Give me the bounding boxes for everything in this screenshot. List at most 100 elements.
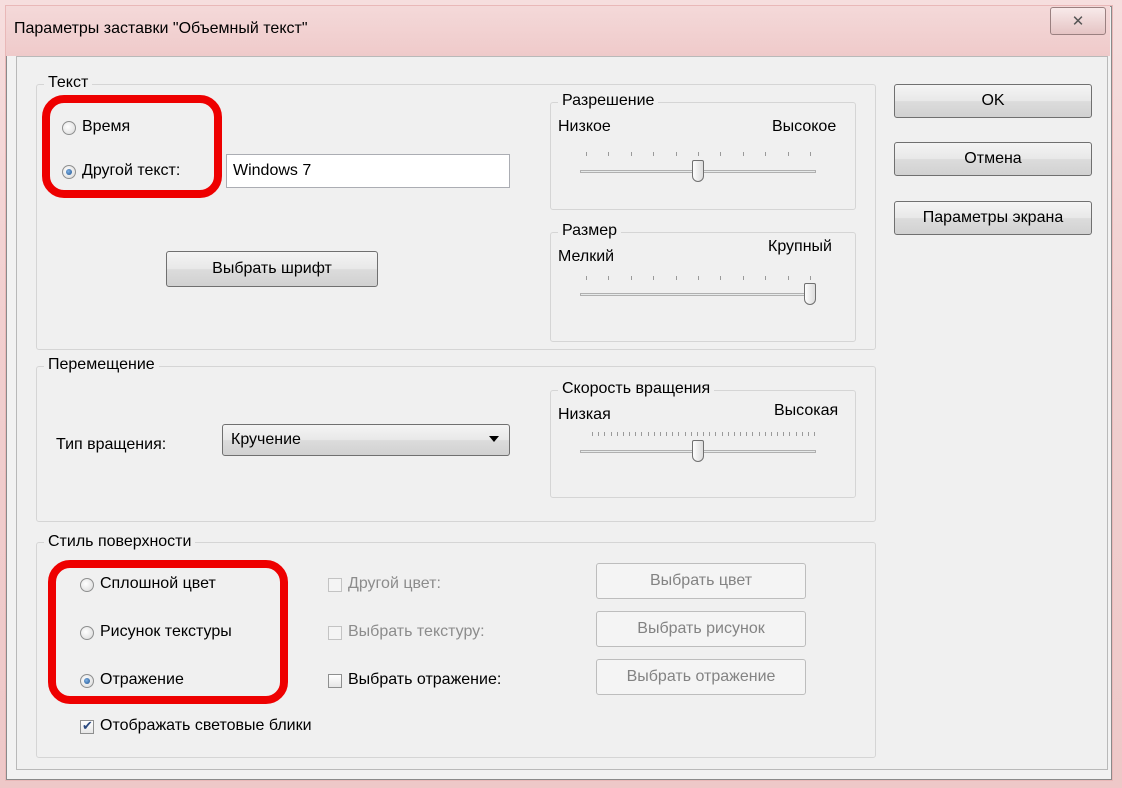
chevron-down-icon — [489, 436, 499, 442]
close-button[interactable]: ✕ — [1050, 7, 1106, 35]
slider-tick — [598, 432, 600, 436]
resolution-low-label: Низкое — [558, 118, 611, 135]
slider-tick — [727, 432, 729, 436]
slider-tick — [592, 432, 593, 436]
slider-tick — [666, 432, 667, 436]
size-label: Размер — [558, 222, 621, 240]
slider-tick — [720, 152, 722, 156]
slider-tick — [622, 432, 624, 436]
slider-tick — [659, 432, 661, 436]
slider-tick — [653, 276, 655, 280]
checkbox-choose-reflection[interactable] — [328, 674, 342, 688]
slider-tick — [752, 432, 754, 436]
screen-settings-button[interactable]: Параметры экрана — [894, 201, 1092, 235]
slider-tick — [721, 432, 723, 436]
slider-tick — [604, 432, 606, 436]
slider-tick — [787, 276, 789, 280]
speed-high-label: Высокая — [774, 402, 839, 419]
slider-tick — [810, 152, 811, 156]
checkbox-choose-texture[interactable] — [328, 626, 342, 640]
cancel-button[interactable]: Отмена — [894, 142, 1092, 176]
slider-tick — [795, 432, 797, 436]
choose-font-button[interactable]: Выбрать шрифт — [166, 251, 378, 287]
slider-tick — [630, 152, 632, 156]
slider-tick — [684, 432, 686, 436]
slider-tick — [635, 432, 637, 436]
slider-tick — [789, 432, 791, 436]
slider-tick — [675, 276, 677, 280]
ok-button[interactable]: OK — [894, 84, 1092, 118]
slider-tick — [715, 432, 717, 436]
slider-tick — [610, 432, 612, 436]
slider-tick — [647, 432, 649, 436]
checkbox-other-color-label: Другой цвет: — [348, 575, 441, 592]
slider-tick — [742, 152, 744, 156]
resolution-high-label: Высокое — [772, 118, 837, 135]
slider-tick — [653, 152, 655, 156]
size-small-label: Мелкий — [558, 248, 615, 265]
rotation-type-value: Кручение — [231, 431, 301, 448]
text-group-label: Текст — [44, 74, 93, 92]
choose-color-button[interactable]: Выбрать цвет — [596, 563, 806, 599]
slider-tick — [586, 152, 587, 156]
slider-tick — [690, 432, 692, 436]
surface-group-label: Стиль поверхности — [44, 533, 196, 551]
slider-tick — [608, 276, 610, 280]
rotation-type-select[interactable]: Кручение — [222, 424, 510, 456]
slider-tick — [675, 152, 677, 156]
speed-ticks — [592, 432, 815, 438]
slider-tick — [698, 276, 699, 280]
slider-tick — [672, 432, 674, 436]
slider-tick — [765, 152, 767, 156]
resolution-label: Разрешение — [558, 92, 659, 110]
slider-tick — [770, 432, 772, 436]
slider-tick — [801, 432, 803, 436]
checkbox-choose-reflection-label: Выбрать отражение: — [348, 671, 502, 688]
speed-slider-thumb[interactable] — [692, 440, 704, 462]
size-ticks — [586, 276, 811, 282]
resolution-slider-thumb[interactable] — [692, 160, 704, 182]
speed-label: Скорость вращения — [558, 380, 715, 398]
slider-tick — [787, 152, 789, 156]
checkbox-highlights-label: Отображать световые блики — [100, 717, 312, 734]
checkbox-choose-texture-label: Выбрать текстуру: — [348, 623, 485, 640]
slider-tick — [616, 432, 618, 436]
slider-tick — [653, 432, 655, 436]
checkbox-other-color[interactable] — [328, 578, 342, 592]
size-large-label: Крупный — [768, 238, 832, 255]
highlight-frame-surface-options — [48, 560, 288, 704]
slider-tick — [807, 432, 809, 436]
slider-tick — [740, 432, 741, 436]
close-icon: ✕ — [1071, 13, 1085, 30]
slider-tick — [586, 276, 587, 280]
size-slider-thumb[interactable] — [804, 283, 816, 305]
checkbox-highlights[interactable] — [80, 718, 94, 734]
window-title: Параметры заставки "Объемный текст" — [14, 20, 308, 37]
slider-tick — [765, 276, 767, 280]
slider-tick — [608, 152, 610, 156]
slider-tick — [764, 432, 766, 436]
choose-reflection-button[interactable]: Выбрать отражение — [596, 659, 806, 695]
slider-tick — [758, 432, 760, 436]
slider-tick — [703, 432, 704, 436]
slider-tick — [814, 432, 815, 436]
choose-picture-button[interactable]: Выбрать рисунок — [596, 611, 806, 647]
slider-tick — [630, 276, 632, 280]
other-text-field[interactable]: Windows 7 — [226, 154, 510, 188]
slider-tick — [709, 432, 711, 436]
speed-low-label: Низкая — [558, 406, 611, 423]
slider-tick — [720, 276, 722, 280]
slider-tick — [733, 432, 735, 436]
slider-tick — [742, 276, 744, 280]
slider-tick — [746, 432, 748, 436]
slider-tick — [696, 432, 698, 436]
slider-tick — [783, 432, 785, 436]
slider-tick — [810, 276, 811, 280]
resolution-ticks — [586, 152, 811, 158]
highlight-frame-text-options — [42, 95, 222, 198]
size-track[interactable] — [580, 293, 816, 296]
slider-tick — [629, 432, 630, 436]
slider-tick — [678, 432, 680, 436]
slider-tick — [698, 152, 699, 156]
slider-tick — [777, 432, 778, 436]
